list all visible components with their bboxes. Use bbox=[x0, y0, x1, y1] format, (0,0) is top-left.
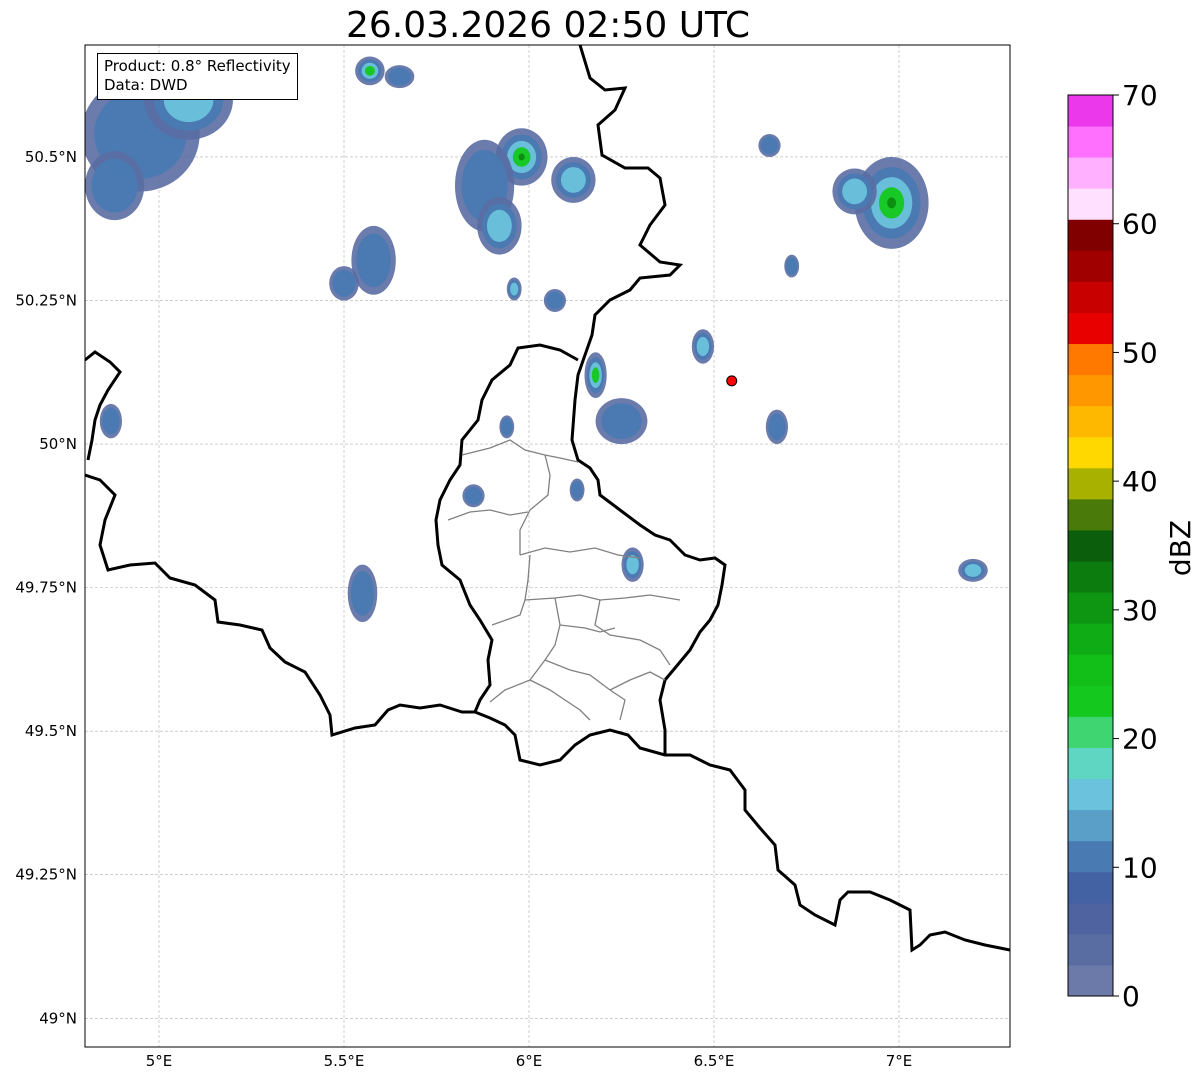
echo-level-4 bbox=[887, 197, 897, 209]
lat-tick-label: 49.25°N bbox=[15, 866, 77, 884]
echo-level-1 bbox=[768, 413, 786, 441]
echo-level-2 bbox=[486, 209, 512, 242]
echo-level-1 bbox=[387, 67, 412, 86]
lat-tick-label: 49.5°N bbox=[25, 722, 77, 740]
radar-site-marker bbox=[726, 375, 738, 387]
echo-cell bbox=[85, 151, 145, 221]
lon-tick-label: 5.5°E bbox=[324, 1052, 365, 1070]
echo-level-1 bbox=[785, 257, 798, 276]
lon-tick-label: 7°E bbox=[886, 1052, 913, 1070]
echo-cell bbox=[584, 352, 607, 399]
echo-level-1 bbox=[760, 136, 779, 155]
echo-cell bbox=[958, 558, 988, 582]
echo-level-1 bbox=[464, 486, 483, 505]
echo-cell bbox=[569, 478, 585, 502]
lon-tick-label: 6.5°E bbox=[694, 1052, 735, 1070]
echo-cell bbox=[832, 168, 877, 215]
echo-level-1 bbox=[356, 233, 391, 288]
echo-cell bbox=[477, 197, 522, 255]
echo-level-4 bbox=[518, 153, 525, 161]
lon-tick-label: 6°E bbox=[516, 1052, 543, 1070]
radar-map: 5°E 5.5°E 6°E 6.5°E 7°E 50.5°N 50.25°N 50°N 49.7… bbox=[15, 44, 1011, 1070]
echo-level-1 bbox=[102, 407, 120, 435]
echo-cell bbox=[765, 409, 789, 445]
echo-cell bbox=[499, 415, 515, 439]
echo-level-3 bbox=[364, 65, 375, 76]
echo-level-3 bbox=[591, 367, 600, 383]
echo-cell bbox=[784, 254, 800, 278]
echo-cell bbox=[758, 134, 781, 157]
echo-cell bbox=[691, 329, 715, 364]
echo-cell bbox=[355, 56, 385, 86]
echo-level-1 bbox=[571, 481, 583, 499]
echo-cell bbox=[543, 289, 567, 313]
echo-level-1 bbox=[601, 403, 642, 440]
echo-level-2 bbox=[696, 336, 710, 357]
echo-level-2 bbox=[964, 563, 982, 577]
echo-level-2 bbox=[560, 167, 586, 193]
lat-tick-label: 49.75°N bbox=[15, 579, 77, 597]
echo-cell bbox=[462, 484, 485, 508]
echo-level-1 bbox=[546, 291, 564, 310]
lat-tick-label: 50.25°N bbox=[15, 292, 77, 310]
echo-level-1 bbox=[501, 417, 513, 436]
echo-cell bbox=[621, 547, 644, 582]
echo-cell bbox=[347, 564, 378, 623]
echo-cell bbox=[329, 266, 359, 301]
echo-cell bbox=[506, 277, 522, 301]
echo-level-1 bbox=[91, 158, 138, 213]
lat-tick-label: 50.5°N bbox=[25, 148, 77, 166]
product-info-box: Product: 0.8° Reflectivity Data: DWD bbox=[97, 53, 298, 100]
echo-level-1 bbox=[332, 269, 356, 297]
echo-level-2 bbox=[510, 282, 519, 296]
echo-cell bbox=[384, 65, 415, 89]
lat-tick-label: 49°N bbox=[39, 1009, 77, 1027]
echo-level-1 bbox=[350, 570, 375, 616]
echo-cell bbox=[99, 403, 122, 439]
echo-cell bbox=[551, 156, 596, 203]
echo-level-2 bbox=[842, 178, 868, 205]
product-label: Product: 0.8° Reflectivity bbox=[104, 57, 291, 75]
lat-tick-label: 50°N bbox=[39, 435, 77, 453]
echo-cell bbox=[595, 398, 648, 445]
data-source-label: Data: DWD bbox=[104, 76, 188, 94]
lon-tick-label: 5°E bbox=[146, 1052, 173, 1070]
